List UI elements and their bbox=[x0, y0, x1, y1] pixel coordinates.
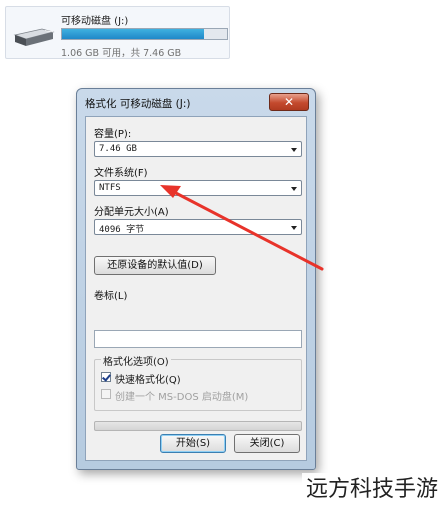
usb-drive-icon bbox=[13, 28, 55, 46]
volume-label-label: 卷标(L) bbox=[94, 291, 128, 302]
drive-usage-bar bbox=[61, 28, 228, 40]
format-progress-bar bbox=[94, 421, 302, 431]
allocation-value: 4096 字节 bbox=[99, 225, 145, 235]
volume-label-input[interactable] bbox=[94, 330, 302, 348]
filesystem-label: 文件系统(F) bbox=[94, 168, 148, 179]
format-options-title: 格式化选项(O) bbox=[101, 353, 171, 368]
allocation-select[interactable]: 4096 字节 bbox=[94, 219, 302, 235]
dialog-title: 格式化 可移动磁盘 (J:) bbox=[85, 98, 191, 110]
filesystem-select[interactable]: NTFS bbox=[94, 180, 302, 196]
drive-name: 可移动磁盘 (J:) bbox=[61, 16, 129, 27]
quick-format-checkbox[interactable] bbox=[101, 372, 111, 382]
start-button[interactable]: 开始(S) bbox=[160, 434, 226, 453]
drive-tile[interactable]: 可移动磁盘 (J:) 1.06 GB 可用，共 7.46 GB bbox=[5, 6, 230, 59]
drive-space-info: 1.06 GB 可用，共 7.46 GB bbox=[61, 48, 182, 59]
watermark-text: 远方科技手游 bbox=[301, 473, 442, 507]
restore-defaults-button[interactable]: 还原设备的默认值(D) bbox=[94, 256, 216, 275]
title-close-button[interactable]: ✕ bbox=[269, 93, 309, 111]
capacity-value: 7.46 GB bbox=[99, 144, 137, 154]
chevron-down-icon bbox=[291, 226, 297, 230]
capacity-label: 容量(P): bbox=[94, 129, 132, 140]
format-options-group: 格式化选项(O) 快速格式化(Q) 创建一个 MS-DOS 启动盘(M) bbox=[94, 353, 302, 411]
msdos-startup-checkbox bbox=[101, 389, 111, 399]
format-dialog: 格式化 可移动磁盘 (J:) ✕ 容量(P): 7.46 GB 文件系统(F) … bbox=[76, 88, 316, 470]
chevron-down-icon bbox=[291, 187, 297, 191]
close-button[interactable]: 关闭(C) bbox=[234, 434, 300, 453]
quick-format-label: 快速格式化(Q) bbox=[115, 375, 181, 386]
dialog-body: 容量(P): 7.46 GB 文件系统(F) NTFS 分配单元大小(A) 40… bbox=[85, 116, 307, 461]
msdos-startup-label: 创建一个 MS-DOS 启动盘(M) bbox=[115, 392, 249, 403]
drive-usage-fill bbox=[62, 29, 204, 39]
filesystem-value: NTFS bbox=[99, 183, 121, 193]
capacity-select[interactable]: 7.46 GB bbox=[94, 141, 302, 157]
chevron-down-icon bbox=[291, 148, 297, 152]
allocation-label: 分配单元大小(A) bbox=[94, 207, 169, 218]
